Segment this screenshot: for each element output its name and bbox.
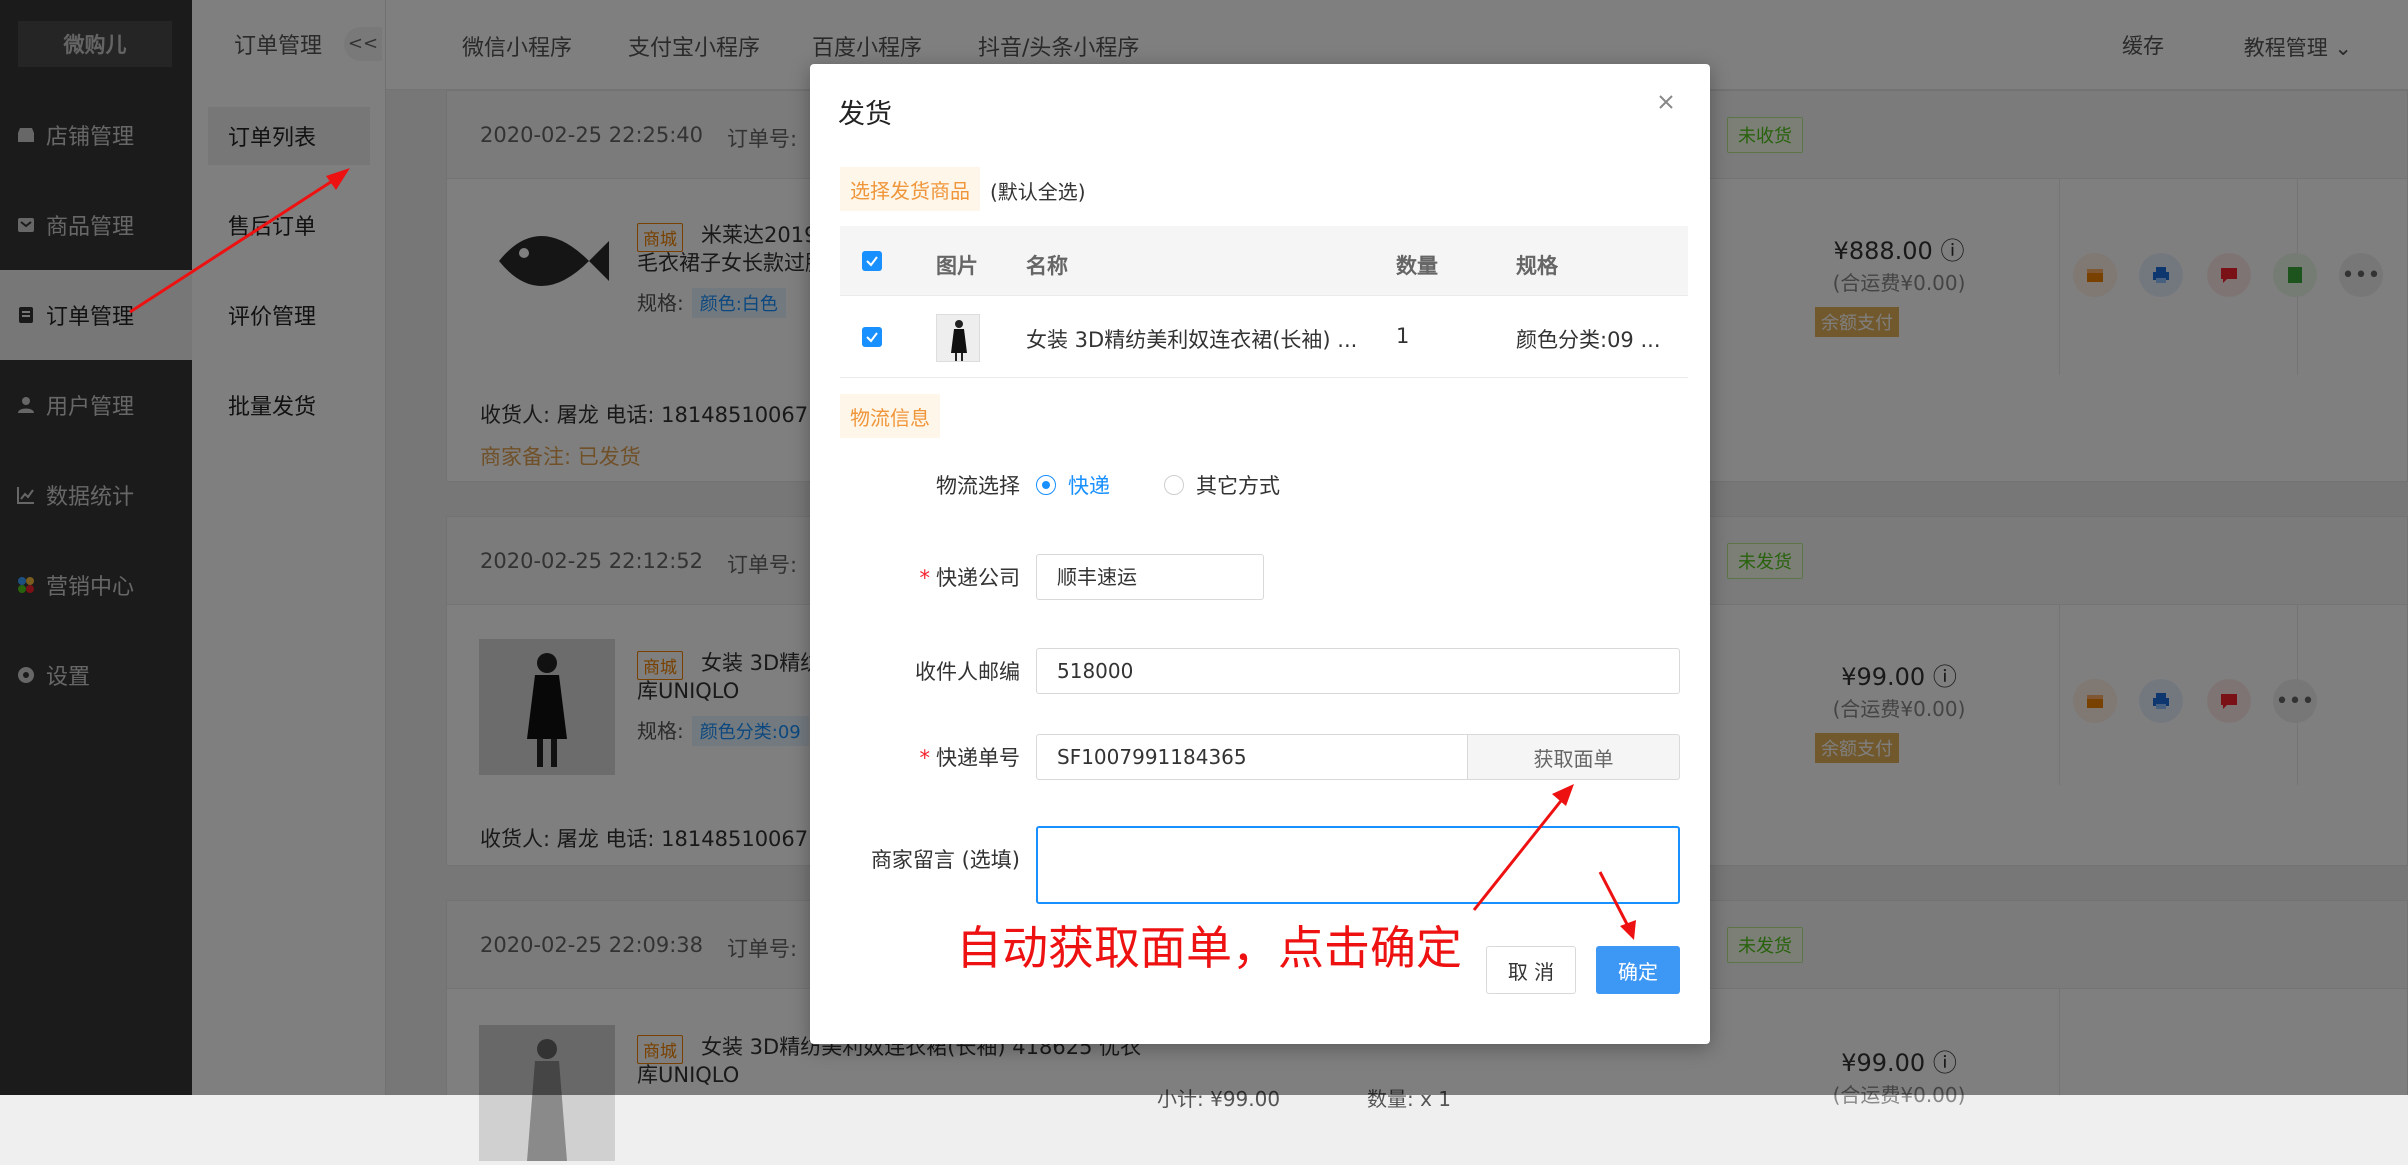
column-qty: 数量	[1396, 254, 1438, 278]
confirm-button[interactable]: 确定	[1596, 946, 1680, 994]
label-text: 快递单号	[936, 746, 1020, 770]
courier-company-select[interactable]: 顺丰速运	[1036, 554, 1264, 600]
radio-label: 其它方式	[1196, 474, 1280, 498]
row-checkbox[interactable]	[862, 327, 882, 347]
goods-table: 图片 名称 数量 规格 女装 3D精纺美利奴连衣裙(长袖) ... 1 颜色分类…	[840, 226, 1688, 378]
zip-code-label: 收件人邮编	[915, 660, 1020, 684]
fetch-waybill-button[interactable]: 获取面单	[1468, 734, 1680, 780]
radio-label: 快递	[1068, 474, 1110, 498]
goods-name-cell: 女装 3D精纺美利奴连衣裙(长袖) ...	[1026, 328, 1358, 352]
merchant-message-label: 商家留言 (选填)	[870, 848, 1020, 872]
table-header: 图片 名称 数量 规格	[840, 226, 1688, 296]
default-all-hint: (默认全选)	[990, 180, 1086, 204]
dress-image	[951, 320, 967, 361]
goods-qty-cell: 1	[1396, 324, 1410, 348]
radio-other[interactable]: 其它方式	[1164, 470, 1280, 500]
zip-code-input[interactable]: 518000	[1036, 648, 1680, 694]
dialog-title: 发货	[838, 99, 892, 130]
annotation-text: 自动获取面单，点击确定	[956, 921, 1462, 975]
required-mark: *	[919, 566, 931, 590]
logistics-section-title: 物流信息	[840, 394, 940, 438]
column-name: 名称	[1026, 254, 1068, 278]
merchant-message-textarea[interactable]	[1036, 826, 1680, 904]
close-icon[interactable]	[1652, 88, 1680, 116]
select-all-checkbox[interactable]	[862, 251, 882, 271]
tracking-number-label: * 快递单号	[920, 742, 1021, 772]
logistics-method-label: 物流选择	[936, 474, 1020, 498]
radio-express[interactable]: 快递	[1036, 470, 1110, 500]
radio-dot	[1164, 475, 1184, 495]
tracking-number-input[interactable]: SF1007991184365	[1036, 734, 1468, 780]
goods-thumbnail	[936, 314, 980, 362]
column-spec: 规格	[1516, 254, 1558, 278]
radio-dot	[1036, 475, 1056, 495]
cancel-button[interactable]: 取 消	[1486, 946, 1576, 994]
ship-dialog: 发货 选择发货商品 (默认全选) 图片 名称 数量 规格 女装 3D精纺美利奴连…	[810, 64, 1710, 1044]
label-text: 快递公司	[936, 566, 1020, 590]
goods-spec-cell: 颜色分类:09 ...	[1516, 328, 1661, 352]
column-image: 图片	[936, 254, 978, 278]
required-mark: *	[919, 746, 931, 770]
check-icon	[866, 332, 878, 343]
table-row: 女装 3D精纺美利奴连衣裙(长袖) ... 1 颜色分类:09 ...	[840, 296, 1688, 378]
courier-company-label: * 快递公司	[920, 562, 1021, 592]
goods-section-title: 选择发货商品	[840, 167, 980, 211]
check-icon	[866, 256, 878, 267]
